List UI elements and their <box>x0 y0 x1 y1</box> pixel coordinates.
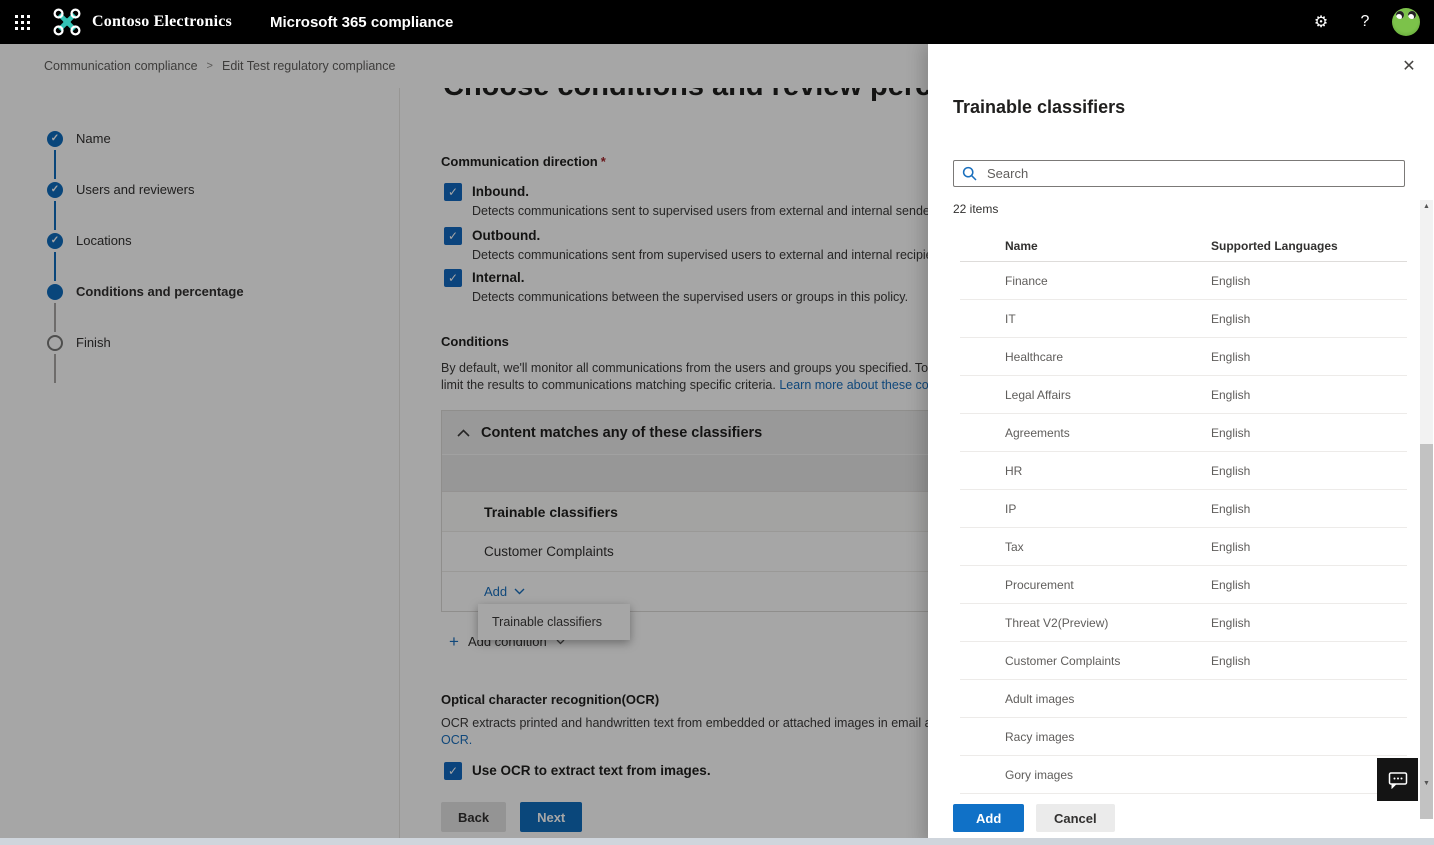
classifier-languages: English <box>1211 654 1407 668</box>
account-avatar[interactable] <box>1392 8 1420 36</box>
app-window: Contoso Electronics Microsoft 365 compli… <box>0 0 1434 845</box>
brand: Contoso Electronics <box>52 7 232 37</box>
classifier-name: IT <box>960 312 1211 326</box>
table-row[interactable]: Racy images <box>960 718 1407 756</box>
classifier-name: IP <box>960 502 1211 516</box>
classifier-languages: English <box>1211 464 1407 478</box>
classifier-languages: English <box>1211 350 1407 364</box>
panel-scrollbar[interactable]: ▲ ▼ <box>1420 200 1433 790</box>
table-row[interactable]: Tax English <box>960 528 1407 566</box>
classifier-name: Finance <box>960 274 1211 288</box>
table-row[interactable]: Finance English <box>960 262 1407 300</box>
app-launcher-icon[interactable] <box>0 0 44 44</box>
classifier-languages: English <box>1211 388 1407 402</box>
column-header-languages: Supported Languages <box>1211 239 1407 253</box>
table-row[interactable]: Healthcare English <box>960 338 1407 376</box>
classifier-name: Procurement <box>960 578 1211 592</box>
scroll-down-icon[interactable]: ▼ <box>1420 780 1433 787</box>
search-input[interactable] <box>985 165 1396 182</box>
classifier-name: Customer Complaints <box>960 654 1211 668</box>
table-row[interactable]: Agreements English <box>960 414 1407 452</box>
settings-gear-icon[interactable]: ⚙ <box>1304 5 1338 39</box>
feedback-button[interactable] <box>1377 758 1418 801</box>
panel-title: Trainable classifiers <box>953 97 1125 118</box>
classifier-languages: English <box>1211 616 1407 630</box>
feedback-bubble-icon <box>1388 771 1408 789</box>
panel-search-box <box>953 160 1405 187</box>
classifier-name: Legal Affairs <box>960 388 1211 402</box>
classifier-name: Racy images <box>960 730 1211 744</box>
classifier-languages: English <box>1211 578 1407 592</box>
product-name: Microsoft 365 compliance <box>270 14 453 31</box>
tenant-name: Contoso Electronics <box>92 13 232 31</box>
classifier-name: Threat V2(Preview) <box>960 616 1211 630</box>
search-icon <box>962 166 977 181</box>
scrollbar-thumb[interactable] <box>1420 444 1433 819</box>
table-row[interactable]: Adult images <box>960 680 1407 718</box>
classifier-name: Adult images <box>960 692 1211 706</box>
classifier-name: Healthcare <box>960 350 1211 364</box>
table-row[interactable]: Gory images <box>960 756 1407 794</box>
panel-add-button[interactable]: Add <box>953 804 1024 832</box>
table-row[interactable]: HR English <box>960 452 1407 490</box>
classifier-languages: English <box>1211 502 1407 516</box>
table-row[interactable]: IP English <box>960 490 1407 528</box>
table-header-row: Name Supported Languages <box>960 231 1407 262</box>
classifier-name: Agreements <box>960 426 1211 440</box>
classifier-languages: English <box>1211 426 1407 440</box>
table-row[interactable]: Threat V2(Preview) English <box>960 604 1407 642</box>
table-row[interactable]: Customer Complaints English <box>960 642 1407 680</box>
close-icon[interactable]: ✕ <box>1397 54 1421 78</box>
classifier-name: Tax <box>960 540 1211 554</box>
classifier-languages: English <box>1211 274 1407 288</box>
contoso-logo-icon <box>52 7 82 37</box>
table-row[interactable]: Legal Affairs English <box>960 376 1407 414</box>
items-count: 22 items <box>953 202 998 216</box>
panel-cancel-button[interactable]: Cancel <box>1036 804 1115 832</box>
help-icon[interactable]: ? <box>1348 5 1382 39</box>
top-bar: Contoso Electronics Microsoft 365 compli… <box>0 0 1434 44</box>
table-row[interactable]: IT English <box>960 300 1407 338</box>
column-header-name: Name <box>960 239 1211 253</box>
classifier-name: Gory images <box>960 768 1211 782</box>
classifier-name: HR <box>960 464 1211 478</box>
scroll-up-icon[interactable]: ▲ <box>1420 203 1433 210</box>
classifiers-table: Name Supported Languages Finance English… <box>960 231 1407 794</box>
classifier-languages: English <box>1211 312 1407 326</box>
table-row[interactable]: Procurement English <box>960 566 1407 604</box>
horizontal-scrollbar-strip[interactable] <box>0 838 1434 845</box>
classifier-languages: English <box>1211 540 1407 554</box>
trainable-classifiers-panel: ✕ Trainable classifiers 22 items Name Su… <box>928 44 1434 845</box>
modal-dim-overlay <box>0 44 928 845</box>
